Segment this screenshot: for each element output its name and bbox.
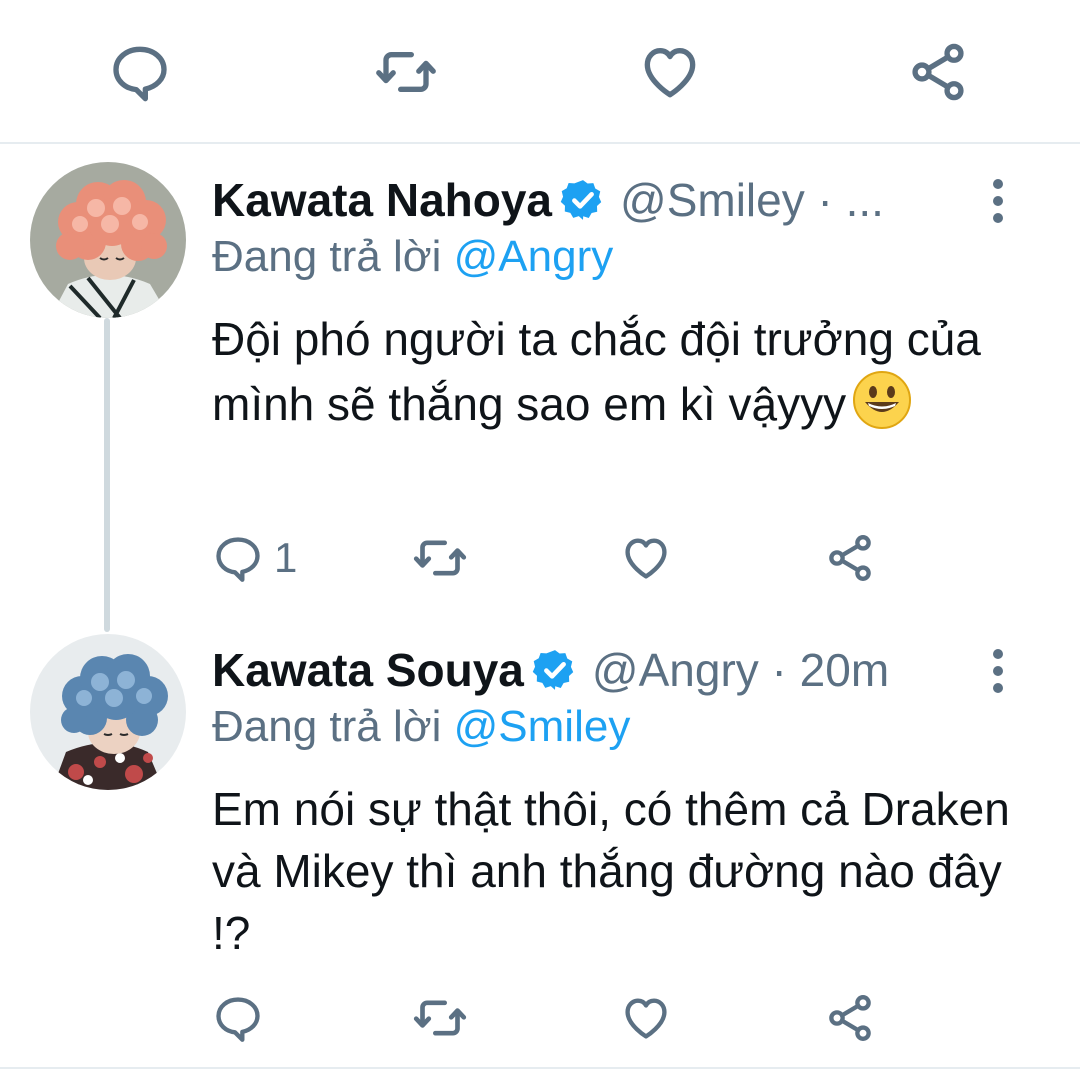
avatar[interactable] [30, 162, 186, 318]
retweet-button[interactable] [412, 990, 468, 1046]
more-options-icon[interactable] [982, 176, 1014, 226]
like-button[interactable] [620, 530, 672, 586]
handle-timestamp[interactable]: @Angry · 20m [592, 643, 889, 697]
replying-to-label: Đang trả lời [212, 702, 442, 751]
replying-to: Đang trả lời @Angry [212, 232, 613, 282]
tweet-action-bar: 1 [212, 530, 912, 590]
avatar[interactable] [30, 634, 186, 790]
replying-to-label: Đang trả lời [212, 232, 442, 281]
share-icon[interactable] [906, 40, 970, 104]
thread-connector-line [104, 318, 110, 632]
grinning-face-emoji [852, 370, 912, 430]
tweet-action-bar [0, 0, 1080, 143]
mention-link[interactable]: @Smiley [454, 702, 631, 751]
tweet-text: Em nói sự thật thôi, có thêm cả Draken v… [212, 778, 1012, 964]
tweet-text: Đội phó người ta chắc đội trưởng của mìn… [212, 308, 1012, 435]
reply-button[interactable] [212, 990, 274, 1046]
like-button[interactable] [620, 990, 672, 1046]
heart-icon[interactable] [638, 40, 702, 104]
mention-link[interactable]: @Angry [454, 232, 614, 281]
verified-badge-icon [532, 647, 578, 693]
retweet-icon[interactable] [374, 40, 438, 104]
verified-badge-icon [560, 177, 606, 223]
tweet-header: Kawata Nahoya @Smiley · ... [212, 170, 884, 230]
replying-to: Đang trả lời @Smiley [212, 702, 630, 752]
tweet-header: Kawata Souya @Angry · 20m [212, 640, 889, 700]
reply-count: 1 [274, 534, 298, 581]
tweet-text-content: Em nói sự thật thôi, có thêm cả Draken v… [212, 783, 1010, 959]
divider [0, 1067, 1080, 1069]
tweet-action-bar [212, 990, 912, 1050]
handle-timestamp[interactable]: @Smiley · ... [620, 173, 884, 227]
more-options-icon[interactable] [982, 646, 1014, 696]
divider [0, 142, 1080, 144]
share-button[interactable] [824, 990, 876, 1046]
share-button[interactable] [824, 530, 876, 586]
reply-button[interactable]: 1 [212, 530, 297, 586]
reply-icon[interactable] [108, 40, 172, 104]
retweet-button[interactable] [412, 530, 468, 586]
display-name[interactable]: Kawata Souya [212, 643, 524, 697]
display-name[interactable]: Kawata Nahoya [212, 173, 552, 227]
